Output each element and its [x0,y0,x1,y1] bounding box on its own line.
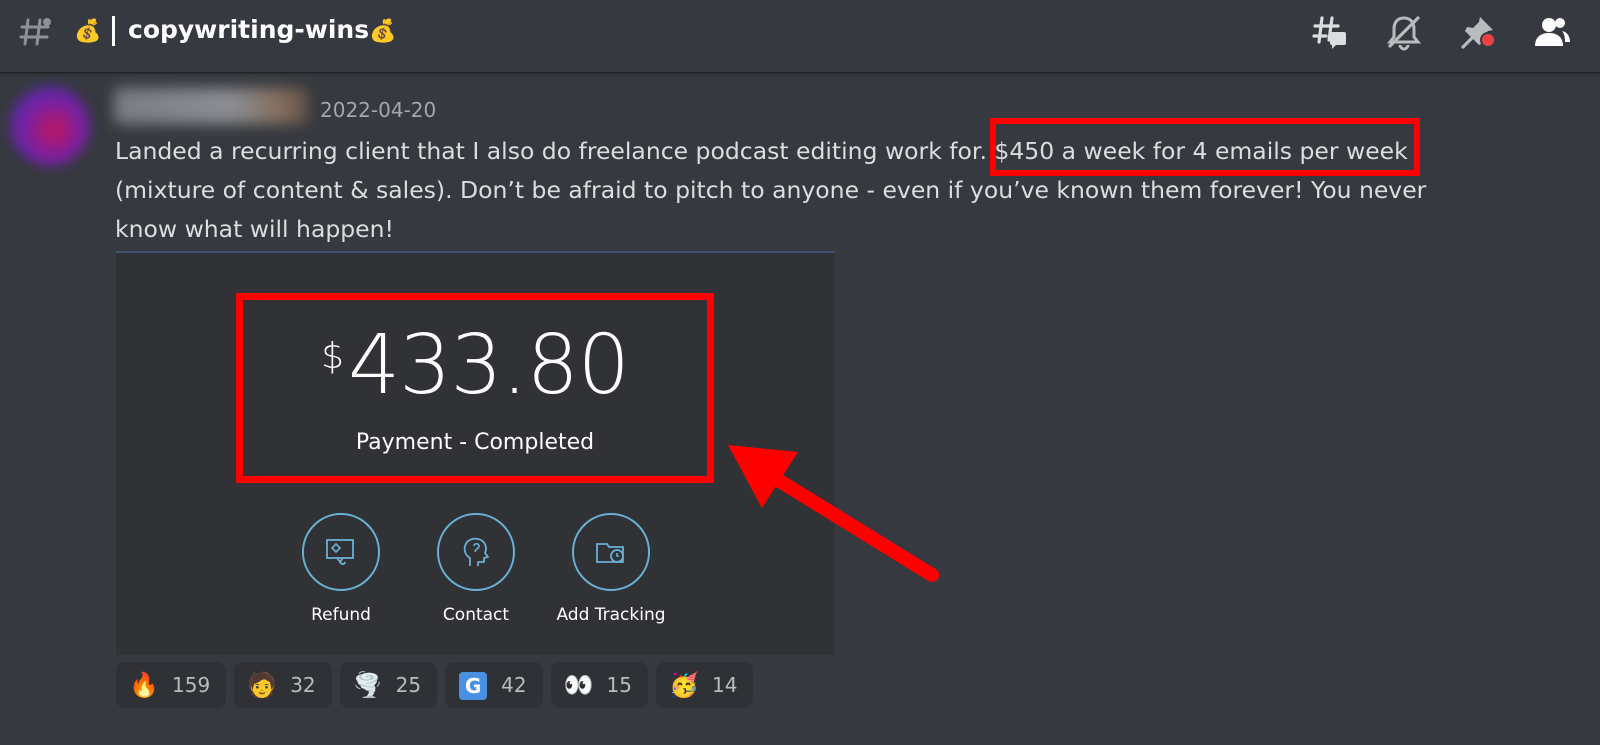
highlight-box [236,293,714,483]
avatar[interactable] [10,86,90,166]
money-bag-icon: 💰 [369,19,397,44]
refund-icon [302,513,380,591]
message-timestamp: 2022-04-20 [320,98,437,122]
refund-action: Refund [271,513,411,625]
message-line: know what will happen! [115,215,394,243]
pinned-messages-icon[interactable] [1458,12,1498,52]
channel-hash-icon [19,18,51,46]
channel-name: copywriting-wins [128,15,370,44]
reaction-count: 42 [501,673,527,697]
g-letter-icon: G [457,669,489,701]
reaction-tornado[interactable]: 🌪️ 25 [339,662,438,708]
reaction-count: 14 [712,673,738,697]
add-tracking-action: Add Tracking [541,513,681,625]
header-toolbar [1310,12,1572,52]
threads-icon[interactable] [1310,12,1350,52]
mute-notifications-icon[interactable] [1384,12,1424,52]
contact-icon [437,513,515,591]
money-bag-icon: 💰 [74,19,102,44]
reaction-count: 15 [606,673,632,697]
contact-label: Contact [442,605,510,625]
add-tracking-icon [572,513,650,591]
reaction-party[interactable]: 🥳 14 [656,662,754,708]
reaction-count: 159 [172,673,211,697]
channel-header: 💰 copywriting-wins💰 [0,0,1600,73]
party-face-icon: 🥳 [669,671,699,699]
highlight-box [990,118,1420,176]
username-blurred[interactable] [114,88,308,124]
reactions-bar: 🔥 159 🧑 32 🌪️ 25 G 42 👀 15 🥳 14 [116,662,754,708]
title-separator [112,16,115,46]
person-icon: 🧑 [247,671,278,699]
annotation-arrow-icon [728,445,939,582]
reaction-fire[interactable]: 🔥 159 [116,662,227,708]
message-line: (mixture of content & sales). Don’t be a… [115,176,1427,204]
channel-title: copywriting-wins💰 [128,14,397,48]
add-tracking-label: Add Tracking [556,605,666,625]
reaction-eyes[interactable]: 👀 15 [550,662,648,708]
member-list-icon[interactable] [1532,12,1572,52]
reaction-person[interactable]: 🧑 32 [234,662,332,708]
reaction-g[interactable]: G 42 [445,662,543,708]
refund-label: Refund [311,605,371,625]
tornado-icon: 🌪️ [352,671,383,699]
reaction-count: 32 [290,673,316,697]
contact-action: Contact [406,513,546,625]
fire-icon: 🔥 [129,671,159,699]
eyes-icon: 👀 [563,671,594,699]
reaction-count: 25 [395,673,422,697]
unread-indicator [1480,32,1496,48]
